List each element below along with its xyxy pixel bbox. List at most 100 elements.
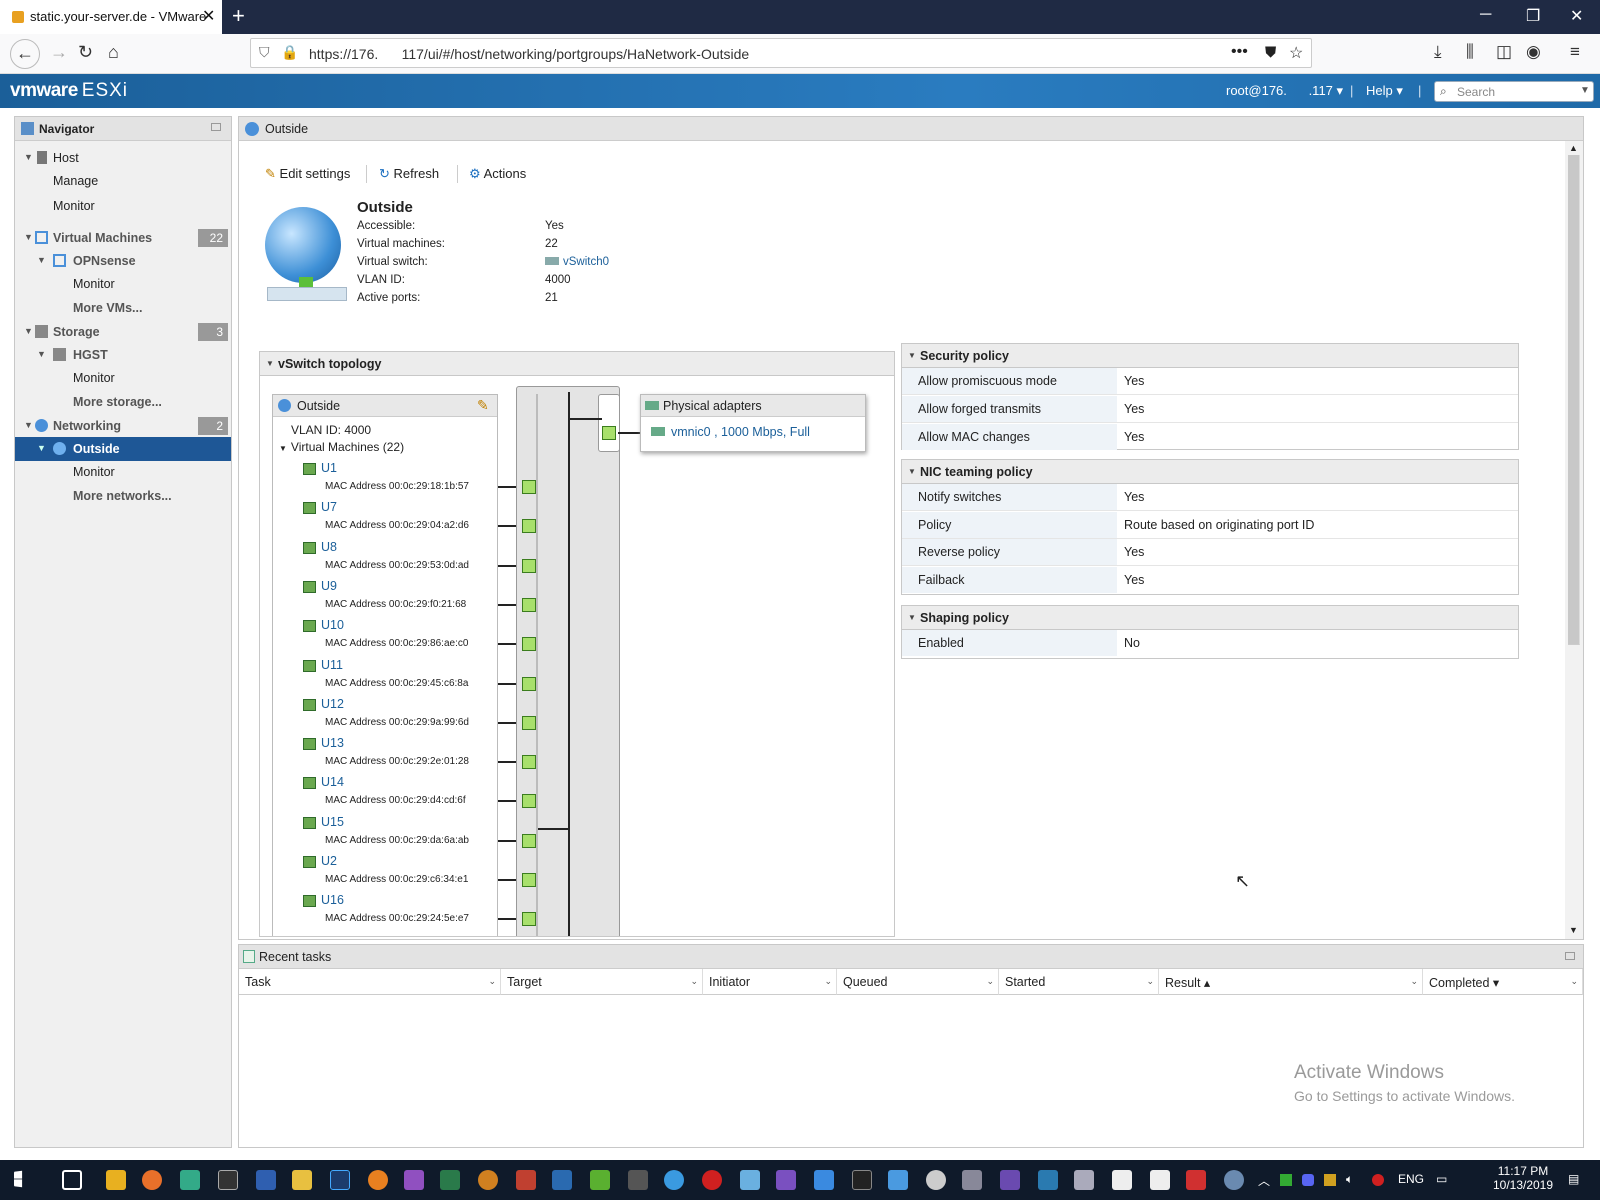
collapse-icon[interactable]: ▼ [37, 443, 46, 453]
close-window-icon[interactable]: ✕ [1570, 6, 1583, 26]
app-icon[interactable] [1224, 1170, 1244, 1190]
actions-button[interactable]: ⚙ Actions [469, 166, 526, 182]
vm-link[interactable]: U13 [321, 736, 344, 750]
vswitch-link[interactable]: vSwitch0 [545, 256, 609, 268]
nav-item-hgst[interactable]: ▼ HGST [15, 343, 231, 367]
app-icon[interactable] [664, 1170, 684, 1190]
network-icon[interactable]: ▭ [1436, 1172, 1447, 1186]
volume-icon[interactable]: 🔈︎ [1346, 1172, 1353, 1187]
language-indicator[interactable]: ENG [1398, 1172, 1424, 1186]
refresh-button[interactable]: ↻ Refresh [379, 166, 439, 182]
column-header-task[interactable]: Task ⌄ [239, 969, 501, 995]
pdf-icon[interactable] [1074, 1170, 1094, 1190]
firefox-icon[interactable] [142, 1170, 162, 1190]
scroll-up-icon[interactable]: ▲ [1569, 143, 1578, 153]
collapse-icon[interactable]: ▼ [37, 349, 46, 359]
clock[interactable]: 11:17 PM 10/13/2019 [1486, 1164, 1560, 1192]
collapse-icon[interactable]: ▼ [37, 255, 46, 265]
close-tab-icon[interactable]: ✕ [202, 6, 215, 26]
nav-item-storage-monitor[interactable]: Monitor [15, 366, 231, 390]
folder-icon[interactable] [292, 1170, 312, 1190]
7zip-icon[interactable] [1112, 1170, 1132, 1190]
app-icon[interactable] [552, 1170, 572, 1190]
vm-link[interactable]: U1 [321, 461, 337, 475]
vm-link[interactable]: U14 [321, 775, 344, 789]
restore-icon[interactable]: ❐ [1526, 6, 1540, 26]
column-header-started[interactable]: Started ⌄ [999, 969, 1159, 995]
app-icon[interactable] [1186, 1170, 1206, 1190]
nav-item-storage[interactable]: ▼ Storage 3 [15, 320, 231, 344]
account-icon[interactable]: ◉ [1526, 42, 1541, 62]
app-icon[interactable] [1000, 1170, 1020, 1190]
shaping-policy-header[interactable]: ▼ Shaping policy [902, 606, 1518, 630]
scrollbar[interactable]: ▲ ▼ [1565, 141, 1583, 939]
terminal-icon[interactable] [218, 1170, 238, 1190]
sidebar-icon[interactable]: ◫ [1496, 42, 1512, 62]
task-view-icon[interactable] [62, 1170, 82, 1190]
minimize-icon[interactable]: ─ [1480, 6, 1491, 24]
app-icon[interactable] [404, 1170, 424, 1190]
tray-app-icon[interactable] [1302, 1174, 1314, 1186]
edit-settings-button[interactable]: ✎ Edit settings [265, 166, 350, 182]
vm-link[interactable]: U11 [321, 658, 343, 672]
column-header-queued[interactable]: Queued ⌄ [837, 969, 999, 995]
app-icon[interactable] [1038, 1170, 1058, 1190]
collapse-icon[interactable]: ▼ [908, 613, 916, 622]
nav-item-manage[interactable]: Manage [15, 169, 231, 193]
file-explorer-icon[interactable] [106, 1170, 126, 1190]
reload-icon[interactable]: ↻ [78, 42, 93, 63]
tray-app-icon[interactable] [1372, 1174, 1384, 1186]
menu-icon[interactable]: ≡ [1570, 42, 1580, 62]
nav-item-more-networks[interactable]: More networks... [15, 484, 231, 508]
search-placeholder[interactable]: Search [1457, 85, 1495, 99]
app-icon[interactable] [590, 1170, 610, 1190]
nav-item-networking[interactable]: ▼ Networking 2 [15, 414, 231, 438]
security-policy-header[interactable]: ▼ Security policy [902, 344, 1518, 368]
home-icon[interactable]: ⌂ [108, 42, 119, 63]
column-header-target[interactable]: Target ⌄ [501, 969, 703, 995]
vm-link[interactable]: U8 [321, 540, 337, 554]
visual-studio-icon[interactable] [776, 1170, 796, 1190]
forward-icon[interactable]: → [50, 42, 68, 63]
app-icon[interactable] [256, 1170, 276, 1190]
browser-tab[interactable]: static.your-server.de - VMware ✕ [0, 0, 222, 34]
nav-item-virtual-machines[interactable]: ▼ Virtual Machines 22 [15, 226, 231, 250]
tray-chevron-icon[interactable]: ︿ [1258, 1172, 1270, 1189]
back-icon[interactable]: ← [10, 39, 40, 69]
downloads-icon[interactable]: ⤓ [1434, 42, 1442, 62]
bookmark-star-icon[interactable]: ☆ [1289, 43, 1303, 63]
chevron-down-icon[interactable]: ▼ [1580, 85, 1590, 96]
collapse-icon[interactable]: ▼ [908, 467, 916, 476]
nav-item-vm-monitor[interactable]: Monitor [15, 272, 231, 296]
tray-app-icon[interactable] [1324, 1174, 1336, 1186]
collapse-icon[interactable]: ▼ [24, 326, 33, 336]
app-icon[interactable] [628, 1170, 648, 1190]
column-header-result[interactable]: Result ▴ ⌄ [1159, 969, 1423, 995]
photoshop-icon[interactable] [330, 1170, 350, 1190]
nav-item-outside[interactable]: ▼ Outside [15, 437, 231, 461]
pocket-icon[interactable]: ⛊ [1265, 44, 1276, 61]
app-icon[interactable] [440, 1170, 460, 1190]
collapse-icon[interactable]: ▼ [266, 359, 274, 368]
minimize-panel-icon[interactable] [211, 123, 221, 131]
collapse-icon[interactable]: ▼ [24, 152, 33, 162]
collapse-icon[interactable]: ▼ [24, 420, 33, 430]
vm-link[interactable]: U9 [321, 579, 337, 593]
vm-link[interactable]: U2 [321, 854, 337, 868]
windows-start-icon[interactable] [14, 1170, 23, 1188]
tray-app-icon[interactable] [1280, 1174, 1292, 1186]
pencil-icon[interactable]: ✎ [477, 397, 489, 414]
new-tab-button[interactable]: + [232, 3, 245, 29]
vm-link[interactable]: U15 [321, 815, 344, 829]
shield-icon[interactable]: ⛉ [259, 44, 270, 61]
column-header-initiator[interactable]: Initiator ⌄ [703, 969, 837, 995]
vm-link[interactable]: U16 [321, 893, 344, 907]
nav-item-host[interactable]: ▼ Host [15, 146, 231, 170]
nav-item-host-monitor[interactable]: Monitor [15, 194, 231, 218]
nav-item-more-vms[interactable]: More VMs... [15, 296, 231, 320]
nav-item-network-monitor[interactable]: Monitor [15, 460, 231, 484]
more-icon[interactable]: ••• [1231, 43, 1248, 61]
url-text[interactable]: https://176. 117/ui/#/host/networking/po… [309, 46, 749, 62]
vmnic-link[interactable]: vmnic0 , 1000 Mbps, Full [651, 425, 810, 439]
scroll-thumb[interactable] [1568, 155, 1580, 645]
